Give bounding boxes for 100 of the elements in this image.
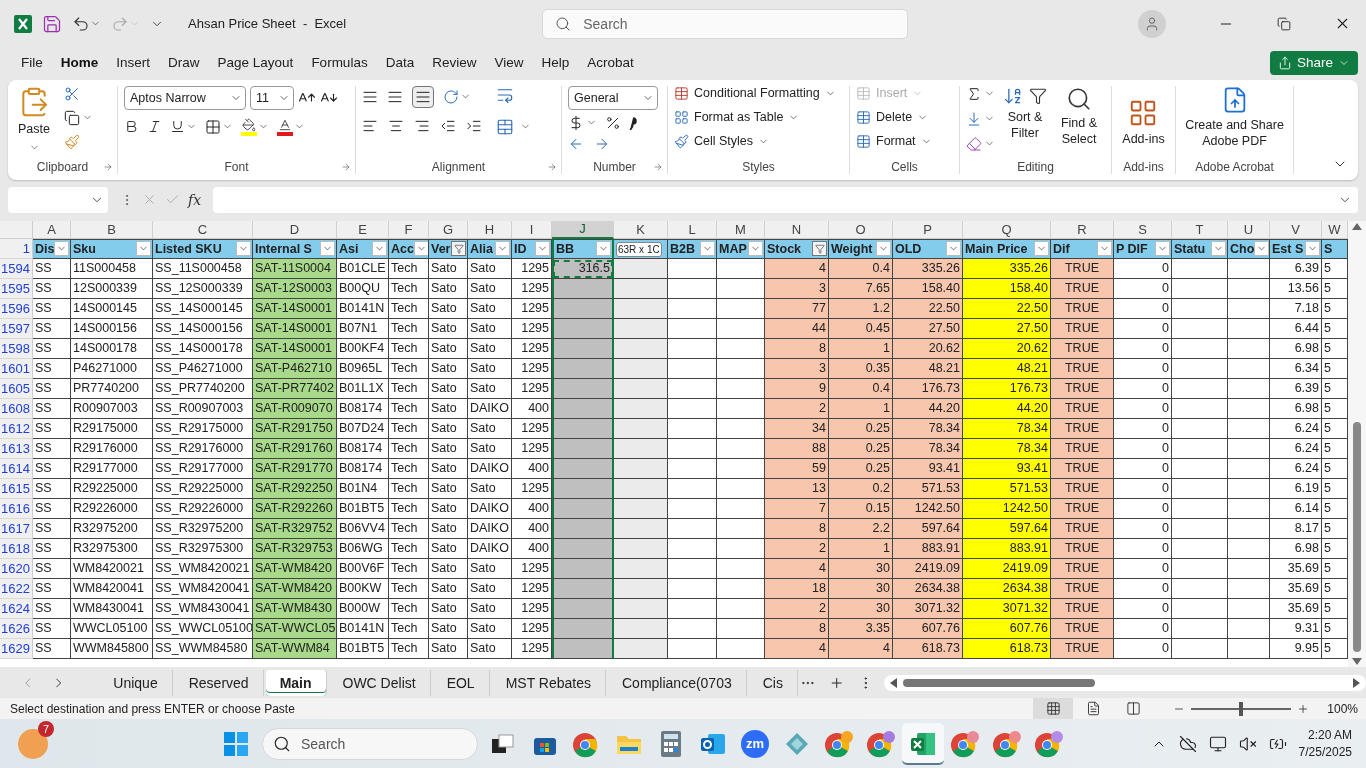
column-header[interactable]: D [253, 220, 337, 239]
table-cell: Sato [468, 378, 512, 399]
table-cell: SS_R32975200 [153, 518, 253, 539]
column-header[interactable]: C [153, 220, 253, 239]
row-header[interactable]: 1 [0, 238, 33, 259]
find-select-button[interactable]: Find & Select [1055, 85, 1103, 148]
table-cell: SS_R29177000 [153, 458, 253, 479]
table-cell: 18 [765, 578, 829, 599]
table-cell: R32975200 [71, 518, 153, 539]
styles-button[interactable]: Format as Table [674, 109, 800, 125]
menu-tab[interactable]: Acrobat [578, 48, 643, 77]
row-header[interactable]: 1614 [0, 458, 33, 479]
column-header[interactable]: U [1228, 220, 1270, 239]
row-header[interactable]: 1617 [0, 518, 33, 539]
column-header[interactable]: R [1051, 220, 1114, 239]
column-header[interactable]: B [71, 220, 153, 239]
row-header[interactable]: 1622 [0, 578, 33, 599]
styles-button[interactable]: Cell Styles [674, 133, 770, 149]
row-header[interactable]: 1615 [0, 478, 33, 499]
sheet-tab[interactable]: MST Rebates [491, 669, 606, 696]
cells-button[interactable]: Delete [856, 109, 929, 125]
row-header[interactable]: 1620 [0, 558, 33, 579]
column-header[interactable]: N [765, 220, 829, 239]
table-cell: 6.98 [1270, 338, 1322, 359]
menu-tab[interactable]: Review [423, 48, 486, 77]
column-header[interactable]: Q [963, 220, 1051, 239]
sort-filter-button[interactable]: Sort & Filter [1003, 85, 1047, 142]
table-cell: 316.5 [552, 258, 614, 279]
column-header[interactable]: P [893, 220, 963, 239]
menu-tab[interactable]: File [12, 48, 52, 77]
share-button[interactable]: Share [1269, 50, 1358, 75]
table-cell: WM8420021 [71, 558, 153, 579]
column-header[interactable]: E [337, 220, 389, 239]
sheet-tab[interactable]: Main [265, 669, 327, 696]
column-header[interactable]: T [1172, 220, 1228, 239]
sheet-tab[interactable]: Cis [748, 669, 798, 696]
table-cell: SS_P46271000 [153, 358, 253, 379]
column-header[interactable]: V [1270, 220, 1322, 239]
column-header[interactable]: H [468, 220, 512, 239]
table-cell: 14S000156 [71, 318, 153, 339]
menu-tab[interactable]: Formulas [302, 48, 377, 77]
sheet-tab[interactable]: OWC Delist [328, 669, 431, 696]
column-header[interactable]: W [1322, 220, 1348, 239]
row-header[interactable]: 1624 [0, 598, 33, 619]
font-size-field[interactable]: 11 [250, 85, 294, 110]
row-header[interactable]: 1612 [0, 418, 33, 439]
taskbar-search-field[interactable]: Search [262, 727, 478, 760]
column-header[interactable]: S [1114, 220, 1172, 239]
column-header[interactable]: M [717, 220, 765, 239]
table-cell: SS [33, 558, 71, 579]
row-header[interactable]: 1594 [0, 258, 33, 279]
row-header[interactable]: 1618 [0, 538, 33, 559]
row-header[interactable]: 1626 [0, 618, 33, 639]
column-header[interactable]: L [668, 220, 717, 239]
table-cell: 1295 [512, 478, 552, 499]
menu-tab[interactable]: Home [51, 48, 108, 77]
table-cell: SS [33, 418, 71, 439]
column-header[interactable]: I [512, 220, 552, 239]
row-header[interactable]: 1596 [0, 298, 33, 319]
cells-button[interactable]: Format [856, 133, 932, 149]
menu-tab[interactable]: Page Layout [208, 48, 303, 77]
column-header[interactable]: J [552, 220, 614, 239]
column-header[interactable]: G [429, 220, 468, 239]
row-header[interactable]: 1597 [0, 318, 33, 339]
menu-tab[interactable]: Help [532, 48, 579, 77]
menu-tab[interactable]: Draw [159, 48, 209, 77]
add-ins-button[interactable]: Add-ins [1122, 98, 1165, 148]
create-pdf-button[interactable]: Create and Share Adobe PDF [1182, 85, 1287, 150]
row-header[interactable]: 1613 [0, 438, 33, 459]
number-format-field[interactable]: General [568, 85, 658, 110]
row-header[interactable]: 1616 [0, 498, 33, 519]
sheet-tab[interactable]: Reserved [174, 669, 264, 696]
video-app-icon[interactable]: zm [741, 729, 769, 758]
search-field[interactable]: Search [542, 8, 909, 39]
column-header[interactable]: O [829, 220, 893, 239]
row-header[interactable]: 1605 [0, 378, 33, 399]
menu-tab[interactable]: Insert [107, 48, 160, 77]
row-header[interactable]: 1598 [0, 338, 33, 359]
menu-tab[interactable]: View [485, 48, 533, 77]
table-cell: Sato [468, 358, 512, 379]
font-name-field[interactable]: Aptos Narrow [124, 85, 246, 110]
column-header[interactable]: K [614, 220, 668, 239]
paste-button[interactable]: Paste [14, 85, 54, 153]
row-header[interactable]: 1601 [0, 358, 33, 379]
row-header[interactable]: 1608 [0, 398, 33, 419]
clock-date[interactable]: 7/25/2025 [1298, 745, 1352, 760]
clock-time[interactable]: 2:20 AM [1307, 728, 1352, 743]
sheet-tab[interactable]: EOL [432, 669, 490, 696]
row-header[interactable]: 1595 [0, 278, 33, 299]
menu-tab[interactable]: Data [376, 48, 424, 77]
row-header[interactable]: 1629 [0, 638, 33, 659]
column-header[interactable]: A [33, 220, 71, 239]
table-cell: B0141N [337, 618, 389, 639]
column-header[interactable]: F [389, 220, 429, 239]
table-cell: 0 [1114, 518, 1172, 539]
styles-button[interactable]: Conditional Formatting [674, 85, 836, 101]
sheet-tab[interactable]: Compliance(0703 [608, 669, 747, 696]
sheet-tab[interactable]: Unique [99, 669, 173, 696]
table-cell: 571.53 [893, 478, 963, 499]
insert-function-button[interactable]: fx [188, 191, 202, 208]
